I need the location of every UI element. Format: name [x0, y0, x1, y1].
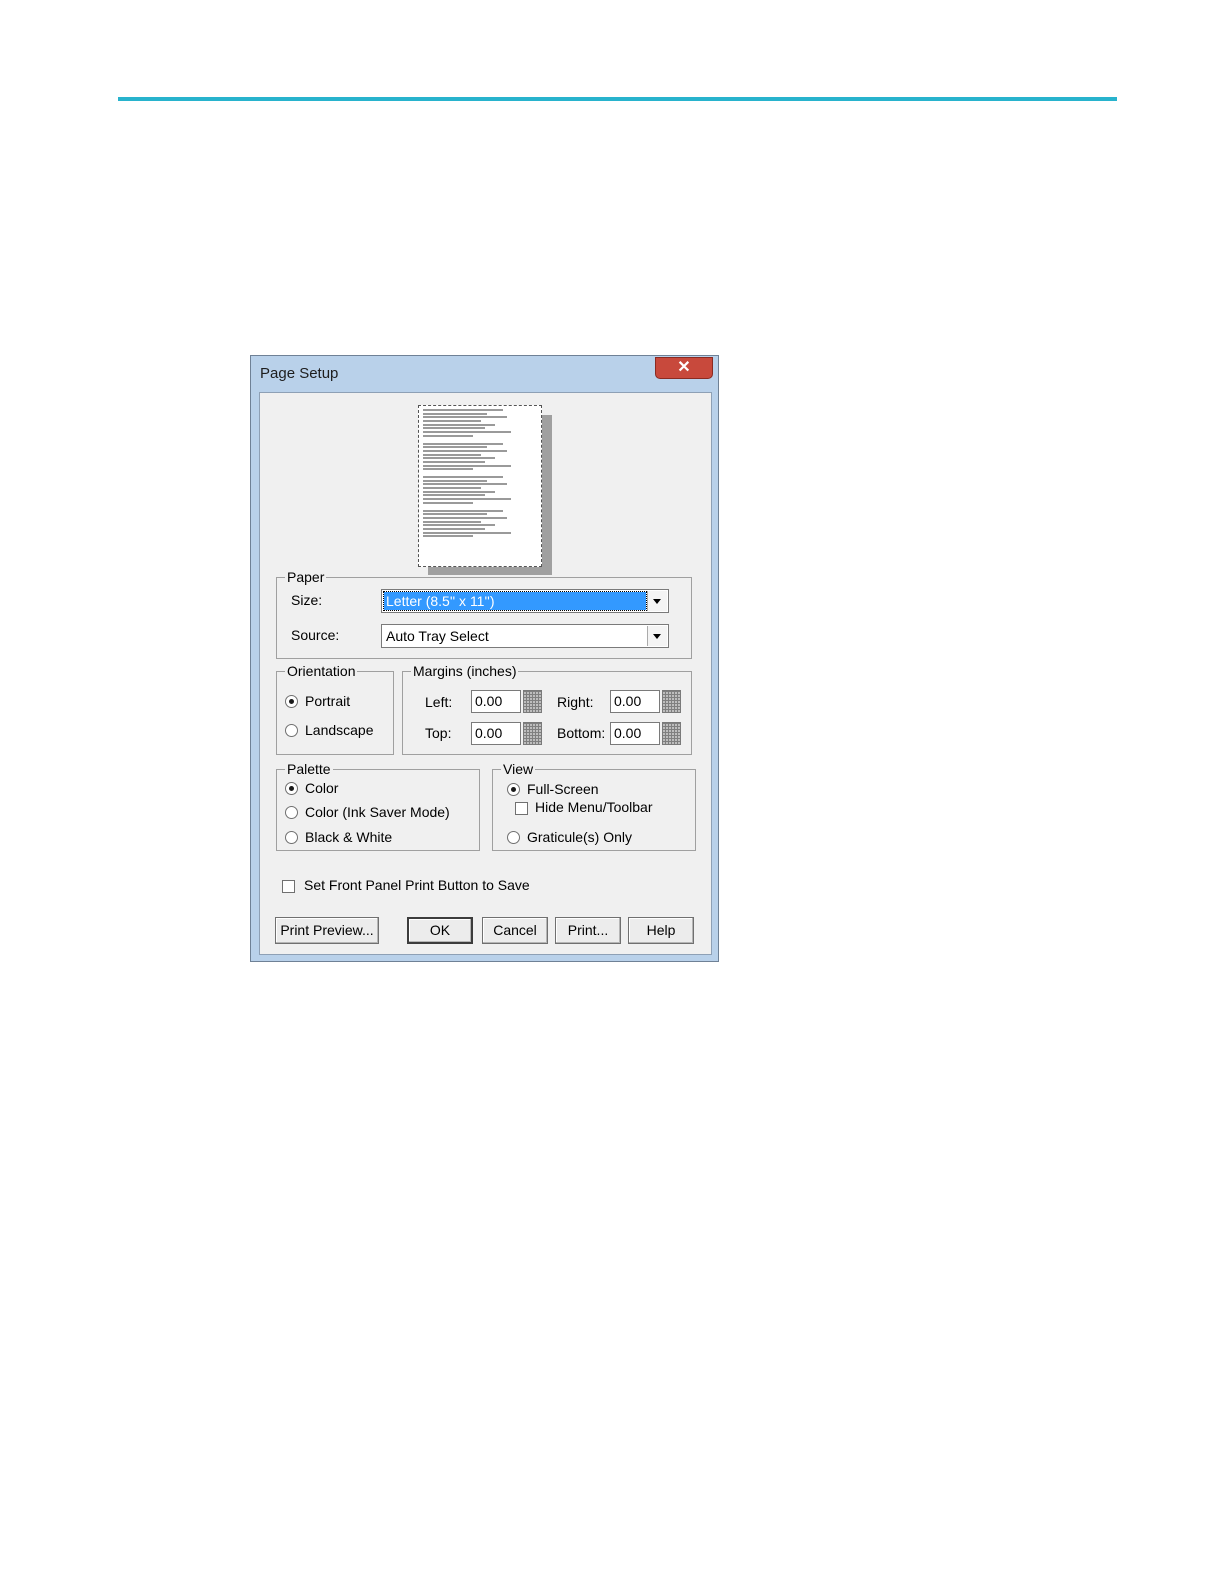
- bottom-margin-input[interactable]: 0.00: [610, 722, 660, 745]
- left-margin-spinner[interactable]: [523, 690, 542, 713]
- preview-text-line: [423, 524, 495, 527]
- left-margin-label: Left:: [425, 694, 453, 710]
- preview-text-line: [423, 446, 487, 449]
- preview-text-line: [423, 501, 473, 504]
- ink-saver-radio[interactable]: [285, 806, 298, 819]
- paper-source-value: Auto Tray Select: [386, 628, 489, 644]
- black-white-label[interactable]: Black & White: [305, 829, 392, 845]
- bottom-margin-label: Bottom:: [557, 725, 606, 741]
- title-bar[interactable]: Page Setup ✕: [251, 356, 718, 392]
- chevron-down-icon[interactable]: [647, 591, 667, 611]
- preview-text-line: [423, 416, 507, 419]
- preview-text-line: [423, 427, 485, 430]
- landscape-label[interactable]: Landscape: [305, 722, 374, 738]
- right-margin-input[interactable]: 0.00: [610, 690, 660, 713]
- preview-text-line: [423, 423, 495, 426]
- preview-text-line: [423, 527, 485, 530]
- paper-size-select[interactable]: Letter (8.5'' x 11''): [381, 589, 669, 613]
- header-rule: [118, 97, 1117, 101]
- preview-text-line: [423, 420, 481, 423]
- left-margin-input[interactable]: 0.00: [471, 690, 521, 713]
- dialog-client-area: Paper Size: Letter (8.5'' x 11'') Source…: [259, 392, 712, 955]
- preview-text-line: [423, 409, 503, 411]
- dialog-title: Page Setup: [260, 365, 339, 382]
- preview-text-line: [423, 535, 473, 538]
- front-panel-label[interactable]: Set Front Panel Print Button to Save: [304, 877, 530, 893]
- preview-text-line: [423, 498, 511, 501]
- top-margin-input[interactable]: 0.00: [471, 722, 521, 745]
- close-icon: ✕: [677, 359, 691, 376]
- preview-text-line: [423, 516, 507, 519]
- portrait-label[interactable]: Portrait: [305, 693, 350, 709]
- color-radio[interactable]: [285, 782, 298, 795]
- ink-saver-label[interactable]: Color (Ink Saver Mode): [305, 804, 450, 820]
- paper-source-select[interactable]: Auto Tray Select: [381, 624, 669, 648]
- preview-text-line: [423, 464, 511, 467]
- page-setup-dialog: Page Setup ✕ Paper Size: Letter (8.5'' x…: [250, 355, 719, 962]
- help-button[interactable]: Help: [628, 917, 694, 944]
- preview-text-line: [423, 449, 507, 452]
- orientation-group: Orientation Portrait Landscape: [276, 663, 394, 755]
- full-screen-radio[interactable]: [507, 783, 520, 796]
- paper-size-value: Letter (8.5'' x 11''): [383, 591, 647, 611]
- front-panel-checkbox[interactable]: [282, 880, 295, 893]
- preview-text-line: [423, 483, 507, 486]
- preview-text-line: [423, 487, 481, 490]
- preview-text-line: [423, 431, 511, 434]
- print-button[interactable]: Print...: [555, 917, 621, 944]
- preview-text-line: [423, 513, 487, 516]
- view-group: View Full-Screen Hide Menu/Toolbar Grati…: [492, 761, 696, 851]
- preview-text-line: [423, 531, 511, 534]
- paper-group: Paper Size: Letter (8.5'' x 11'') Source…: [276, 569, 692, 659]
- top-margin-label: Top:: [425, 725, 452, 741]
- preview-text-line: [423, 412, 487, 415]
- preview-text-line: [423, 479, 487, 482]
- page-preview: [418, 405, 542, 567]
- paper-group-label: Paper: [285, 569, 327, 585]
- cancel-button[interactable]: Cancel: [482, 917, 548, 944]
- bottom-margin-spinner[interactable]: [662, 722, 681, 745]
- color-label[interactable]: Color: [305, 780, 338, 796]
- print-preview-button[interactable]: Print Preview...: [275, 917, 379, 944]
- preview-text-line: [423, 460, 485, 463]
- right-margin-spinner[interactable]: [662, 690, 681, 713]
- right-margin-label: Right:: [557, 694, 594, 710]
- ok-button[interactable]: OK: [407, 917, 473, 944]
- source-label: Source:: [291, 627, 340, 643]
- preview-text-line: [423, 453, 481, 456]
- full-screen-label[interactable]: Full-Screen: [527, 781, 599, 797]
- preview-text-line: [423, 490, 495, 493]
- top-margin-spinner[interactable]: [523, 722, 542, 745]
- preview-text-line: [423, 494, 485, 497]
- preview-text-line: [423, 520, 481, 523]
- size-label: Size:: [291, 592, 323, 608]
- palette-group-label: Palette: [285, 761, 333, 777]
- margins-group: Margins (inches) Left: 0.00 Right: 0.00 …: [402, 663, 692, 755]
- hide-menu-label[interactable]: Hide Menu/Toolbar: [535, 799, 653, 815]
- margins-group-label: Margins (inches): [411, 663, 519, 679]
- hide-menu-checkbox[interactable]: [515, 802, 528, 815]
- preview-text-line: [423, 434, 473, 437]
- view-group-label: View: [501, 761, 536, 777]
- preview-text-line: [423, 442, 503, 445]
- preview-text-line: [423, 509, 503, 512]
- preview-text-line: [423, 468, 473, 471]
- preview-text-line: [423, 457, 495, 460]
- graticule-radio[interactable]: [507, 831, 520, 844]
- chevron-down-icon[interactable]: [647, 626, 667, 646]
- portrait-radio[interactable]: [285, 695, 298, 708]
- black-white-radio[interactable]: [285, 831, 298, 844]
- palette-group: Palette Color Color (Ink Saver Mode) Bla…: [276, 761, 480, 851]
- preview-gap: [423, 539, 537, 543]
- graticule-label[interactable]: Graticule(s) Only: [527, 829, 632, 845]
- close-button[interactable]: ✕: [655, 357, 713, 379]
- orientation-group-label: Orientation: [285, 663, 358, 679]
- landscape-radio[interactable]: [285, 724, 298, 737]
- preview-text-line: [423, 476, 503, 478]
